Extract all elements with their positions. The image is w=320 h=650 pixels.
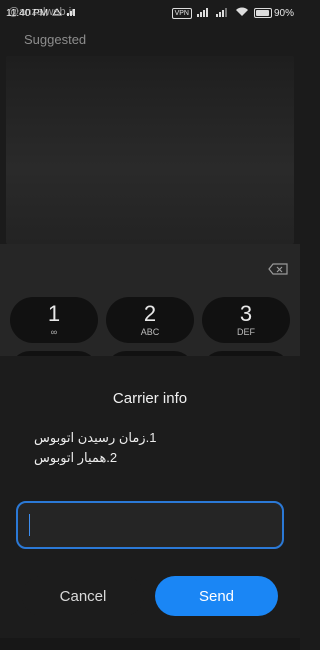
menu-line: 1.زمان رسیدن اتوبوس xyxy=(34,430,157,445)
dialog-title: Carrier info xyxy=(112,390,188,407)
carrier-menu: 1.زمان رسیدن اتوبوس 2.همیار اتوبوس xyxy=(34,428,204,468)
dialpad-key-2[interactable]: 2 ABC xyxy=(106,297,194,343)
key-digit: 2 xyxy=(143,301,157,326)
suggested-title: Suggested xyxy=(24,32,87,47)
vpn-badge: VPN xyxy=(171,7,192,19)
voicemail-icon: ∞ xyxy=(50,327,58,337)
backspace-icon[interactable] xyxy=(268,262,288,275)
reply-input[interactable] xyxy=(16,501,284,549)
signal-icon xyxy=(196,7,211,20)
dialpad-key-3[interactable]: 3 DEF xyxy=(202,297,290,343)
key-digit: 1 xyxy=(47,301,61,326)
battery-indicator: 90% xyxy=(253,7,294,19)
text-caret xyxy=(29,514,30,536)
navigation-bar xyxy=(0,638,300,650)
key-letters: ABC xyxy=(140,327,160,337)
carrier-info-dialog: Carrier info 1.زمان رسیدن اتوبوس 2.همیار… xyxy=(0,356,300,638)
key-letters: DEF xyxy=(237,327,255,337)
notification-icon xyxy=(52,7,62,20)
status-bar: 11:40 PM VPN 90% xyxy=(0,0,300,26)
status-left: 11:40 PM xyxy=(6,7,76,20)
status-right: VPN 90% xyxy=(171,7,294,20)
data-speed-icon xyxy=(66,7,76,20)
dialpad-key-1[interactable]: 1 ∞ xyxy=(10,297,98,343)
battery-percent: 90% xyxy=(273,7,294,19)
key-digit: 3 xyxy=(239,301,253,326)
menu-line: 2.همیار اتوبوس xyxy=(34,450,118,465)
status-time: 11:40 PM xyxy=(6,7,49,19)
signal-2-icon xyxy=(215,7,230,20)
suggested-panel xyxy=(6,56,294,244)
battery-level-fill xyxy=(255,10,269,16)
battery-icon xyxy=(253,8,272,18)
wifi-icon xyxy=(235,7,249,20)
cancel-button[interactable]: Cancel xyxy=(22,576,144,616)
send-button[interactable]: Send xyxy=(155,576,278,616)
